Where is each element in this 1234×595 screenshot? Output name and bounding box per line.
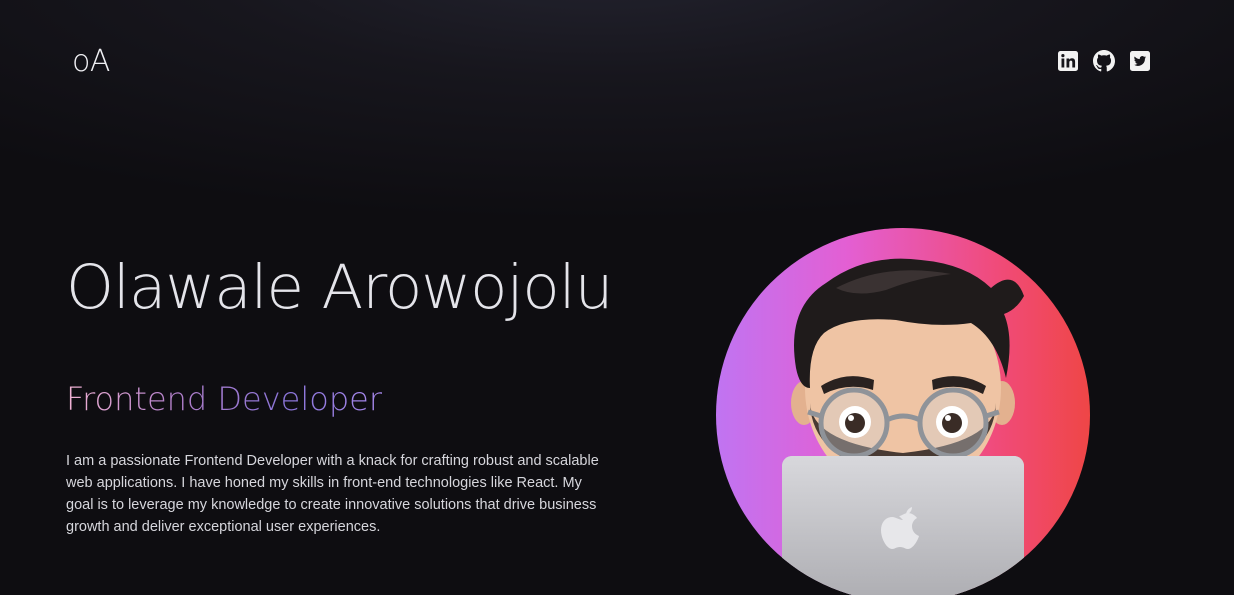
linkedin-icon — [1058, 51, 1078, 71]
memoji-developer-avatar-icon — [782, 258, 1024, 595]
github-icon — [1093, 50, 1115, 72]
twitter-icon — [1130, 51, 1150, 71]
twitter-link[interactable] — [1129, 50, 1151, 72]
social-links — [1057, 50, 1151, 72]
profile-avatar — [716, 228, 1090, 595]
github-link[interactable] — [1093, 50, 1115, 72]
linkedin-link[interactable] — [1057, 50, 1079, 72]
site-logo[interactable]: oA — [72, 44, 110, 79]
hero-bio: I am a passionate Frontend Developer wit… — [66, 453, 599, 535]
hero-role: Frontend Developer — [66, 380, 382, 418]
hero-name: Olawale Arowojolu — [66, 252, 613, 323]
